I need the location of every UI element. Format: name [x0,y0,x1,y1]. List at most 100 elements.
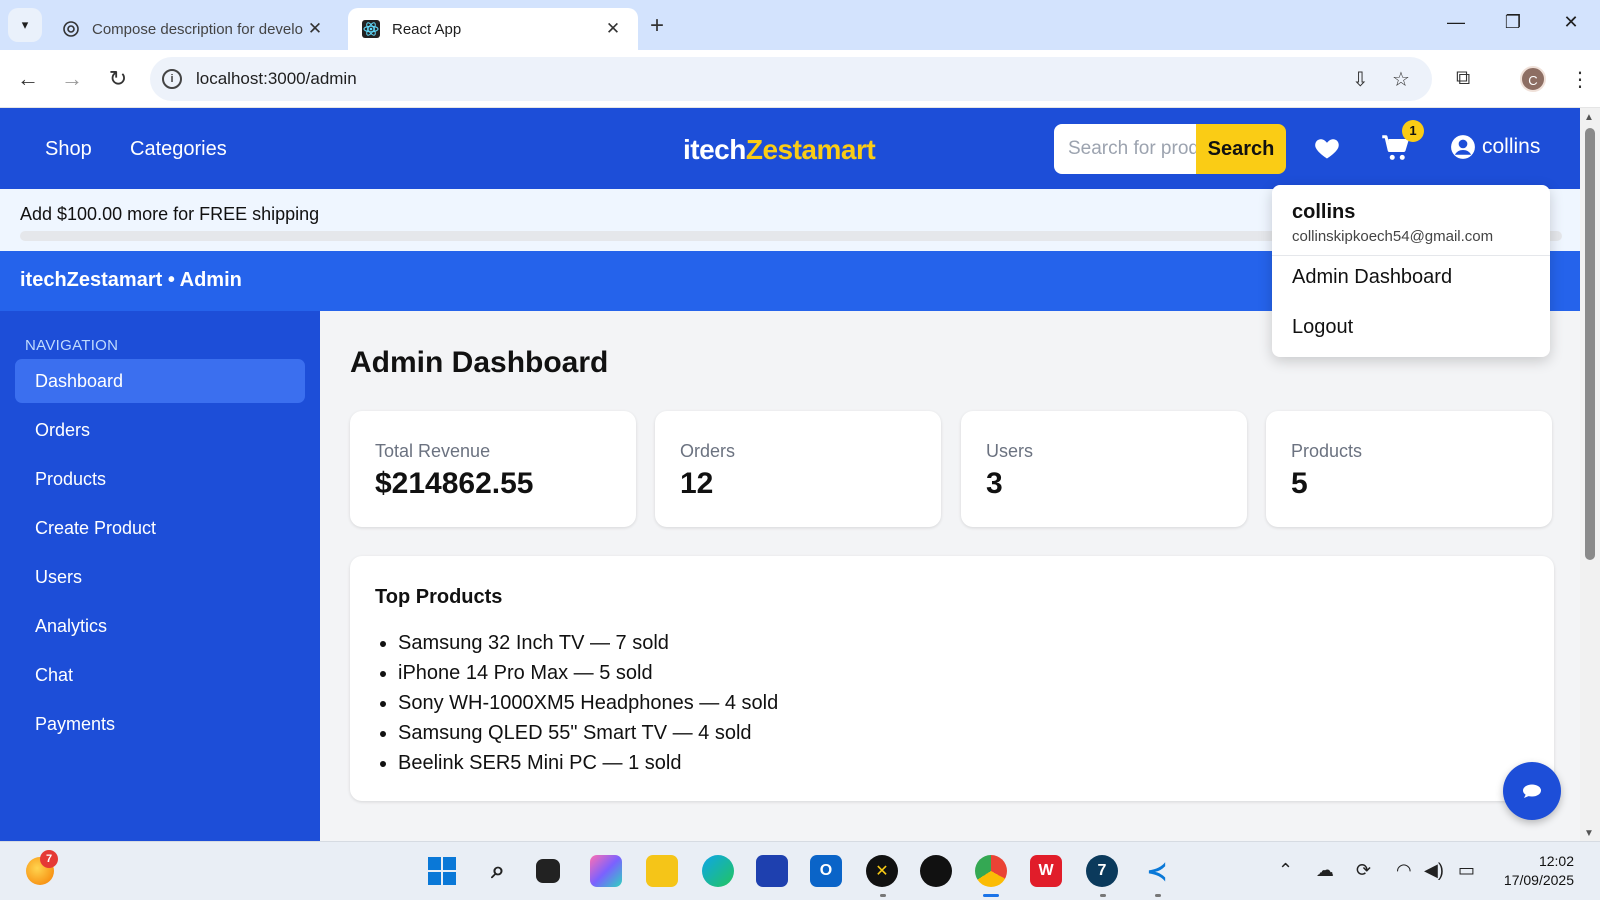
volume-icon[interactable]: ◀) [1424,860,1444,881]
tab-react-app[interactable]: React App ✕ [348,8,638,50]
copilot-icon[interactable] [590,855,622,887]
bookmark-star-icon[interactable]: ☆ [1392,67,1410,92]
file-explorer-icon[interactable] [646,855,678,887]
nav-shop-link[interactable]: Shop [45,138,92,161]
wishlist-heart-icon[interactable] [1313,134,1341,162]
tab-search-button[interactable]: ▾ [8,8,42,42]
username-label: collins [1482,135,1541,158]
scroll-down-icon[interactable]: ▼ [1584,828,1594,839]
extensions-icon[interactable]: ⧉ [1456,67,1470,90]
chat-bubble-icon [1523,784,1541,798]
search-form: Search [1054,124,1286,174]
restore-button[interactable]: ❐ [1498,12,1528,33]
task-view-icon[interactable] [536,859,560,883]
minimize-button[interactable]: — [1441,12,1471,33]
browser-toolbar: ← → ↻ i localhost:3000/admin ⇩ ☆ ⧉ C ⋮ [0,50,1600,108]
onedrive-cloud-icon[interactable]: ☁ [1316,860,1334,881]
list-item: Samsung QLED 55" Smart TV — 4 sold [398,718,778,748]
dropdown-username: collins [1292,201,1356,223]
sidebar-heading: NAVIGATION [25,337,119,354]
top-products-list: Samsung 32 Inch TV — 7 sold iPhone 14 Pr… [398,628,778,778]
menu-item-logout[interactable]: Logout [1292,316,1353,339]
sidebar-item-chat[interactable]: Chat [15,653,305,697]
ix-app-icon[interactable]: ✕ [866,855,898,887]
search-button[interactable]: Search [1196,124,1286,174]
cart-count-badge: 1 [1402,120,1424,142]
menu-item-admin-dashboard[interactable]: Admin Dashboard [1292,266,1452,289]
user-menu-toggle[interactable]: collins [1450,134,1540,160]
microsoft-store-icon[interactable] [756,855,788,887]
outlook-icon[interactable]: O [810,855,842,887]
admin-sidebar: NAVIGATION Dashboard Orders Products Cre… [0,311,320,841]
clock-time: 12:02 [1538,853,1574,869]
install-app-icon[interactable]: ⇩ [1352,67,1369,92]
close-window-button[interactable]: ✕ [1556,12,1586,33]
edge-icon[interactable] [702,855,734,887]
scroll-up-icon[interactable]: ▲ [1584,112,1594,123]
logo-part2: Zestamart [745,134,876,165]
nav-categories-link[interactable]: Categories [130,138,227,161]
sync-icon[interactable]: ⟳ [1356,860,1371,881]
page-title: Admin Dashboard [350,346,609,379]
site-header: Shop Categories itechZestamart Search 1 … [0,108,1580,189]
vscode-icon[interactable]: ≺ [1141,855,1173,887]
sidebar-item-dashboard[interactable]: Dashboard [15,359,305,403]
sidebar-item-payments[interactable]: Payments [15,702,305,746]
chevron-up-icon[interactable]: ⌃ [1278,860,1293,881]
shipping-message: Add $100.00 more for FREE shipping [20,204,320,224]
plus-icon: + [650,12,665,39]
forward-button[interactable]: → [58,66,86,92]
info-icon[interactable]: i [162,69,182,89]
back-button[interactable]: ← [14,66,42,92]
stat-label: Orders [680,441,736,461]
list-item: Beelink SER5 Mini PC — 1 sold [398,748,778,778]
search-icon[interactable]: ⌕ [482,855,514,887]
chat-button[interactable] [1503,762,1561,820]
top-products-title: Top Products [375,586,503,608]
new-tab-button[interactable]: + [650,12,664,40]
close-icon[interactable]: ✕ [602,19,624,39]
url-text[interactable]: localhost:3000/admin [196,69,357,89]
sidebar-item-products[interactable]: Products [15,457,305,501]
admin-title: itechZestamart • Admin [20,269,242,291]
reload-button[interactable]: ↻ [104,66,132,92]
sidebar-item-analytics[interactable]: Analytics [15,604,305,648]
openai-icon [62,20,80,38]
divider [1272,255,1550,256]
address-bar[interactable]: i localhost:3000/admin ⇩ ☆ [150,57,1432,101]
battery-icon[interactable]: ▭ [1458,860,1475,881]
tab-title: Compose description for develo [92,20,303,38]
scrollbar-thumb[interactable] [1585,128,1595,560]
running-indicator [1100,894,1106,897]
reload-icon: ↻ [108,66,128,91]
sidebar-item-users[interactable]: Users [15,555,305,599]
logo-part1: itech [683,134,746,165]
site-logo[interactable]: itechZestamart [683,134,876,166]
list-item: Sony WH-1000XM5 Headphones — 4 sold [398,688,778,718]
stat-value: $214862.55 [375,467,534,500]
system-clock[interactable]: 12:02 17/09/2025 [1504,852,1574,890]
tab-compose-description[interactable]: Compose description for develo ✕ [48,8,340,50]
list-item: iPhone 14 Pro Max — 5 sold [398,658,778,688]
stat-label: Products [1291,441,1363,461]
profile-avatar[interactable]: C [1520,66,1546,92]
wifi-icon[interactable]: ◠ [1396,860,1412,881]
wps-office-icon[interactable]: W [1030,855,1062,887]
kebab-menu-icon[interactable]: ⋮ [1570,67,1590,92]
stat-label: Total Revenue [375,441,491,461]
browser-tab-bar: ▾ Compose description for develo ✕ React… [0,0,1600,50]
chrome-icon[interactable] [975,855,1007,887]
game-app-icon[interactable]: 7 [1086,855,1118,887]
search-input[interactable] [1054,124,1196,174]
active-app-indicator [983,894,999,897]
running-indicator [880,894,886,897]
windows-start-icon[interactable] [426,855,458,887]
tab-title: React App [392,20,462,38]
stat-label: Users [986,441,1034,461]
dark-app-icon[interactable] [920,855,952,887]
sidebar-item-orders[interactable]: Orders [15,408,305,452]
close-icon[interactable]: ✕ [304,19,326,39]
dropdown-email: collinskipkoech54@gmail.com [1292,228,1494,245]
sidebar-item-create-product[interactable]: Create Product [15,506,305,550]
stat-value: 3 [986,467,1003,500]
